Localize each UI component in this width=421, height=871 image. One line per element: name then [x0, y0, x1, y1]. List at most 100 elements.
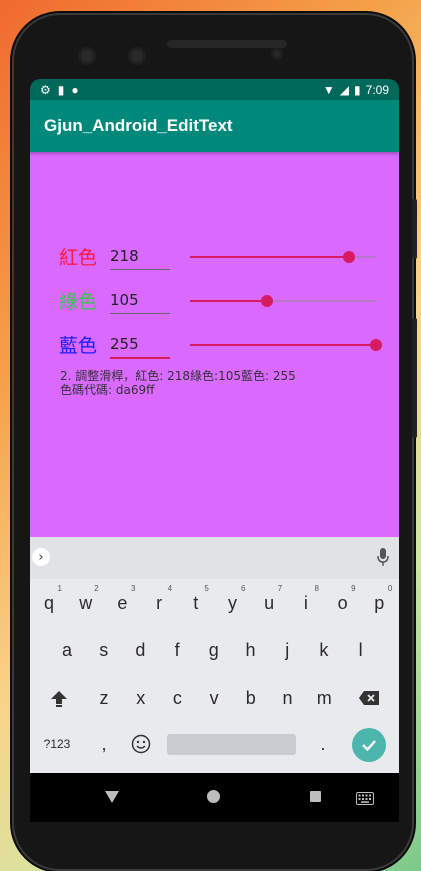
key-e[interactable]: e3 [105, 584, 139, 620]
key-v[interactable]: v [197, 681, 231, 715]
space-bar[interactable] [167, 734, 296, 755]
color-code-line: 色碼代碼: da69ff [60, 383, 155, 397]
key-number-hint: 6 [241, 584, 246, 593]
device-screen: ⚙ ▮ ● ▼ ◢ ▮ 7:09 Gjun_Android_EditText 紅… [30, 79, 399, 822]
recents-button-icon[interactable] [310, 791, 321, 802]
green-slider[interactable] [190, 295, 376, 307]
green-value-input[interactable]: 105 [110, 291, 170, 314]
key-p[interactable]: p0 [362, 584, 396, 620]
key-number-hint: 4 [167, 584, 173, 593]
key-t[interactable]: t5 [179, 584, 213, 620]
green-slider-thumb[interactable] [260, 295, 273, 307]
key-number-hint: 0 [387, 584, 393, 593]
backspace-key[interactable] [352, 681, 386, 715]
key-m[interactable]: m [307, 681, 341, 715]
key-k[interactable]: k [307, 633, 341, 667]
red-row: 紅色 218 [30, 237, 399, 277]
key-x[interactable]: x [124, 681, 158, 715]
key-number-hint: 7 [277, 584, 283, 593]
wifi-icon: ▼ [322, 82, 335, 97]
key-number-hint: 8 [314, 584, 319, 593]
blue-slider-thumb[interactable] [370, 339, 382, 351]
key-i[interactable]: i8 [289, 584, 323, 620]
key-g[interactable]: g [197, 633, 231, 667]
sd-card-icon: ▮ [57, 82, 65, 97]
key-q[interactable]: q1 [32, 584, 66, 620]
key-f[interactable]: f [160, 633, 194, 667]
mic-icon[interactable] [377, 548, 389, 566]
key-letter: q [43, 592, 54, 613]
blue-slider-fill [190, 344, 376, 346]
front-sensor [78, 47, 96, 65]
expand-chevron-icon[interactable]: › [32, 548, 50, 566]
key-number-hint: 3 [130, 584, 136, 593]
key-letter: t [193, 592, 199, 613]
home-button-icon[interactable] [207, 790, 220, 803]
shift-key[interactable] [42, 681, 76, 715]
key-n[interactable]: n [271, 681, 305, 715]
front-camera [128, 47, 146, 65]
blue-value-input[interactable]: 255 [110, 335, 170, 359]
sync-icon: ● [71, 82, 79, 97]
key-w[interactable]: w2 [69, 584, 103, 620]
suggestion-strip: › [30, 537, 399, 579]
red-slider-fill [190, 256, 350, 258]
result-info: 2. 調整滑桿，紅色: 218綠色:105藍色: 255 色碼代碼: da69f… [60, 369, 296, 397]
settings-gear-icon: ⚙ [40, 82, 51, 97]
status-bar: ⚙ ▮ ● ▼ ◢ ▮ 7:09 [30, 79, 399, 100]
key-number-hint: 1 [57, 584, 62, 593]
key-h[interactable]: h [234, 633, 268, 667]
key-j[interactable]: j [270, 633, 304, 667]
green-row: 綠色 105 [30, 281, 399, 321]
red-slider-thumb[interactable] [343, 251, 356, 263]
color-content-area: 紅色 218 綠色 105 藍色 255 2. 調整滑桿，紅色: 218綠色:1… [30, 152, 399, 537]
red-slider[interactable] [190, 251, 376, 263]
key-d[interactable]: d [123, 633, 157, 667]
back-button-icon[interactable] [104, 789, 120, 808]
blue-row: 藍色 255 [30, 325, 399, 365]
key-letter: p [374, 592, 385, 613]
key-b[interactable]: b [234, 681, 268, 715]
signal-icon: ◢ [339, 82, 350, 97]
key-letter: w [79, 592, 93, 613]
key-number-hint: 5 [204, 584, 209, 593]
result-line: 2. 調整滑桿，紅色: 218綠色:105藍色: 255 [60, 369, 296, 383]
period-key[interactable]: . [306, 727, 340, 761]
key-y[interactable]: y6 [216, 584, 250, 620]
power-button [412, 318, 417, 438]
proximity-sensor [271, 48, 283, 60]
blue-slider[interactable] [190, 339, 382, 351]
key-c[interactable]: c [160, 681, 194, 715]
key-a[interactable]: a [50, 633, 84, 667]
red-value-input[interactable]: 218 [110, 247, 170, 270]
key-letter: i [303, 592, 308, 613]
emoji-icon[interactable] [124, 727, 158, 761]
key-o[interactable]: o9 [326, 584, 360, 620]
green-slider-fill [190, 300, 267, 302]
volume-button [412, 199, 417, 259]
soft-keyboard: › q1w2e3r4t5y6u7i8o9p0 asdfghjkl zxcvbnm… [30, 537, 399, 773]
key-l[interactable]: l [344, 633, 378, 667]
key-letter: e [117, 592, 128, 613]
key-r[interactable]: r4 [142, 584, 176, 620]
red-label: 紅色 [59, 247, 98, 269]
system-nav-bar [30, 773, 399, 822]
enter-check-button[interactable] [352, 728, 386, 762]
status-time: 7:09 [365, 82, 389, 97]
app-bar: Gjun_Android_EditText [30, 100, 399, 152]
key-s[interactable]: s [87, 633, 121, 667]
keyboard-switch-icon[interactable] [356, 790, 374, 809]
key-z[interactable]: z [87, 681, 121, 715]
key-number-hint: 2 [94, 584, 99, 593]
key-letter: y [228, 592, 237, 613]
symbols-key[interactable]: ?123 [40, 727, 74, 761]
key-number-hint: 9 [351, 584, 356, 593]
earpiece-speaker [167, 40, 287, 48]
key-letter: u [264, 592, 275, 613]
comma-key[interactable]: , [87, 727, 121, 761]
key-u[interactable]: u7 [252, 584, 286, 620]
check-icon [362, 740, 376, 752]
app-title: Gjun_Android_EditText [44, 116, 233, 135]
green-label: 綠色 [59, 291, 98, 313]
key-letter: o [337, 592, 348, 613]
